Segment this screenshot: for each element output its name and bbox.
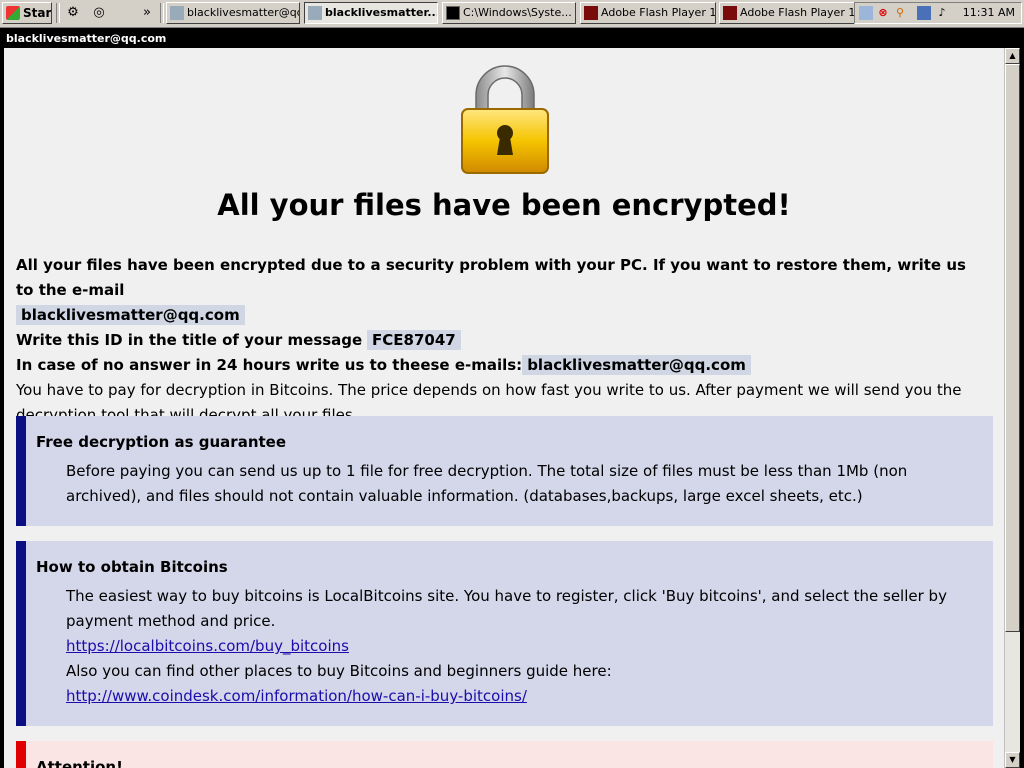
- start-button[interactable]: Start: [2, 2, 52, 24]
- task-button-4[interactable]: Adobe Flash Player 18: [580, 2, 716, 24]
- task-button-2[interactable]: blacklivesmatter...: [304, 2, 438, 24]
- quicklaunch-browser-icon[interactable]: ◎: [90, 4, 108, 22]
- free-decryption-text: Before paying you can send us up to 1 fi…: [66, 462, 908, 505]
- window-right-edge: [1020, 48, 1024, 768]
- windows-logo-icon: [6, 6, 20, 20]
- padlock-icon: [461, 65, 549, 174]
- quicklaunch-desktop-icon[interactable]: ⚙: [64, 4, 82, 22]
- task-button-1[interactable]: blacklivesmatter@qq...: [166, 2, 300, 24]
- window-title: blacklivesmatter@qq.com: [0, 30, 1024, 48]
- tray-monitor-icon[interactable]: [917, 6, 931, 20]
- coindesk-link[interactable]: http://www.coindesk.com/information/how-…: [66, 687, 527, 705]
- tray-search-icon[interactable]: ⚲: [893, 6, 907, 20]
- id-prefix: Write this ID in the title of your messa…: [16, 331, 363, 349]
- email-2[interactable]: blacklivesmatter@qq.com: [522, 355, 751, 375]
- task-button-3[interactable]: C:\Windows\Syste...: [442, 2, 576, 24]
- task-label: blacklivesmatter...: [325, 6, 438, 19]
- system-tray: ⊗ ⚲ ♪ 11:31 AM: [854, 2, 1022, 24]
- task-button-5[interactable]: Adobe Flash Player 18: [719, 2, 855, 24]
- no-answer-prefix: In case of no answer in 24 hours write u…: [16, 356, 523, 374]
- attention-box: Attention!: [16, 741, 993, 768]
- intro-text: All your files have been encrypted due t…: [16, 253, 986, 428]
- document-icon: [308, 6, 322, 20]
- taskbar: Start ⚙ ◎ » blacklivesmatter@qq... black…: [0, 0, 1024, 28]
- task-label: blacklivesmatter@qq...: [187, 6, 299, 19]
- clock: 11:31 AM: [962, 6, 1015, 19]
- taskbar-separator: [56, 3, 60, 23]
- quicklaunch-overflow[interactable]: »: [138, 4, 156, 22]
- start-label: Start: [23, 6, 52, 20]
- tray-network-icon[interactable]: [859, 6, 873, 20]
- task-label: Adobe Flash Player 18: [601, 6, 716, 19]
- victim-id[interactable]: FCE87047: [367, 330, 461, 350]
- flash-icon: [584, 6, 598, 20]
- bitcoin-guide-title: How to obtain Bitcoins: [36, 558, 228, 576]
- tray-alert-icon[interactable]: ⊗: [876, 6, 890, 20]
- vertical-scrollbar[interactable]: ▲ ▼: [1004, 48, 1020, 768]
- headline: All your files have been encrypted!: [217, 188, 791, 222]
- document-icon: [170, 6, 184, 20]
- bitcoin-guide-text-2: Also you can find other places to buy Bi…: [66, 662, 612, 680]
- task-label: Adobe Flash Player 18: [740, 6, 855, 19]
- tray-volume-icon[interactable]: ♪: [935, 6, 949, 20]
- email-1[interactable]: blacklivesmatter@qq.com: [16, 305, 245, 325]
- taskbar-separator: [160, 3, 164, 23]
- scroll-down-arrow-icon[interactable]: ▼: [1005, 752, 1020, 768]
- ransom-note-window: All your files have been encrypted! All …: [4, 48, 1004, 768]
- free-decryption-title: Free decryption as guarantee: [36, 433, 287, 451]
- intro-line-1: All your files have been encrypted due t…: [16, 256, 966, 299]
- console-icon: [446, 6, 460, 20]
- bitcoin-guide-box: How to obtain Bitcoins The easiest way t…: [16, 541, 993, 726]
- free-decryption-box: Free decryption as guarantee Before payi…: [16, 416, 993, 526]
- bitcoin-guide-text-1: The easiest way to buy bitcoins is Local…: [66, 587, 947, 630]
- scrollbar-thumb[interactable]: [1005, 64, 1020, 632]
- attention-title: Attention!: [36, 758, 123, 768]
- scroll-up-arrow-icon[interactable]: ▲: [1005, 48, 1020, 64]
- flash-icon: [723, 6, 737, 20]
- localbitcoins-link[interactable]: https://localbitcoins.com/buy_bitcoins: [66, 637, 349, 655]
- task-label: C:\Windows\Syste...: [463, 6, 572, 19]
